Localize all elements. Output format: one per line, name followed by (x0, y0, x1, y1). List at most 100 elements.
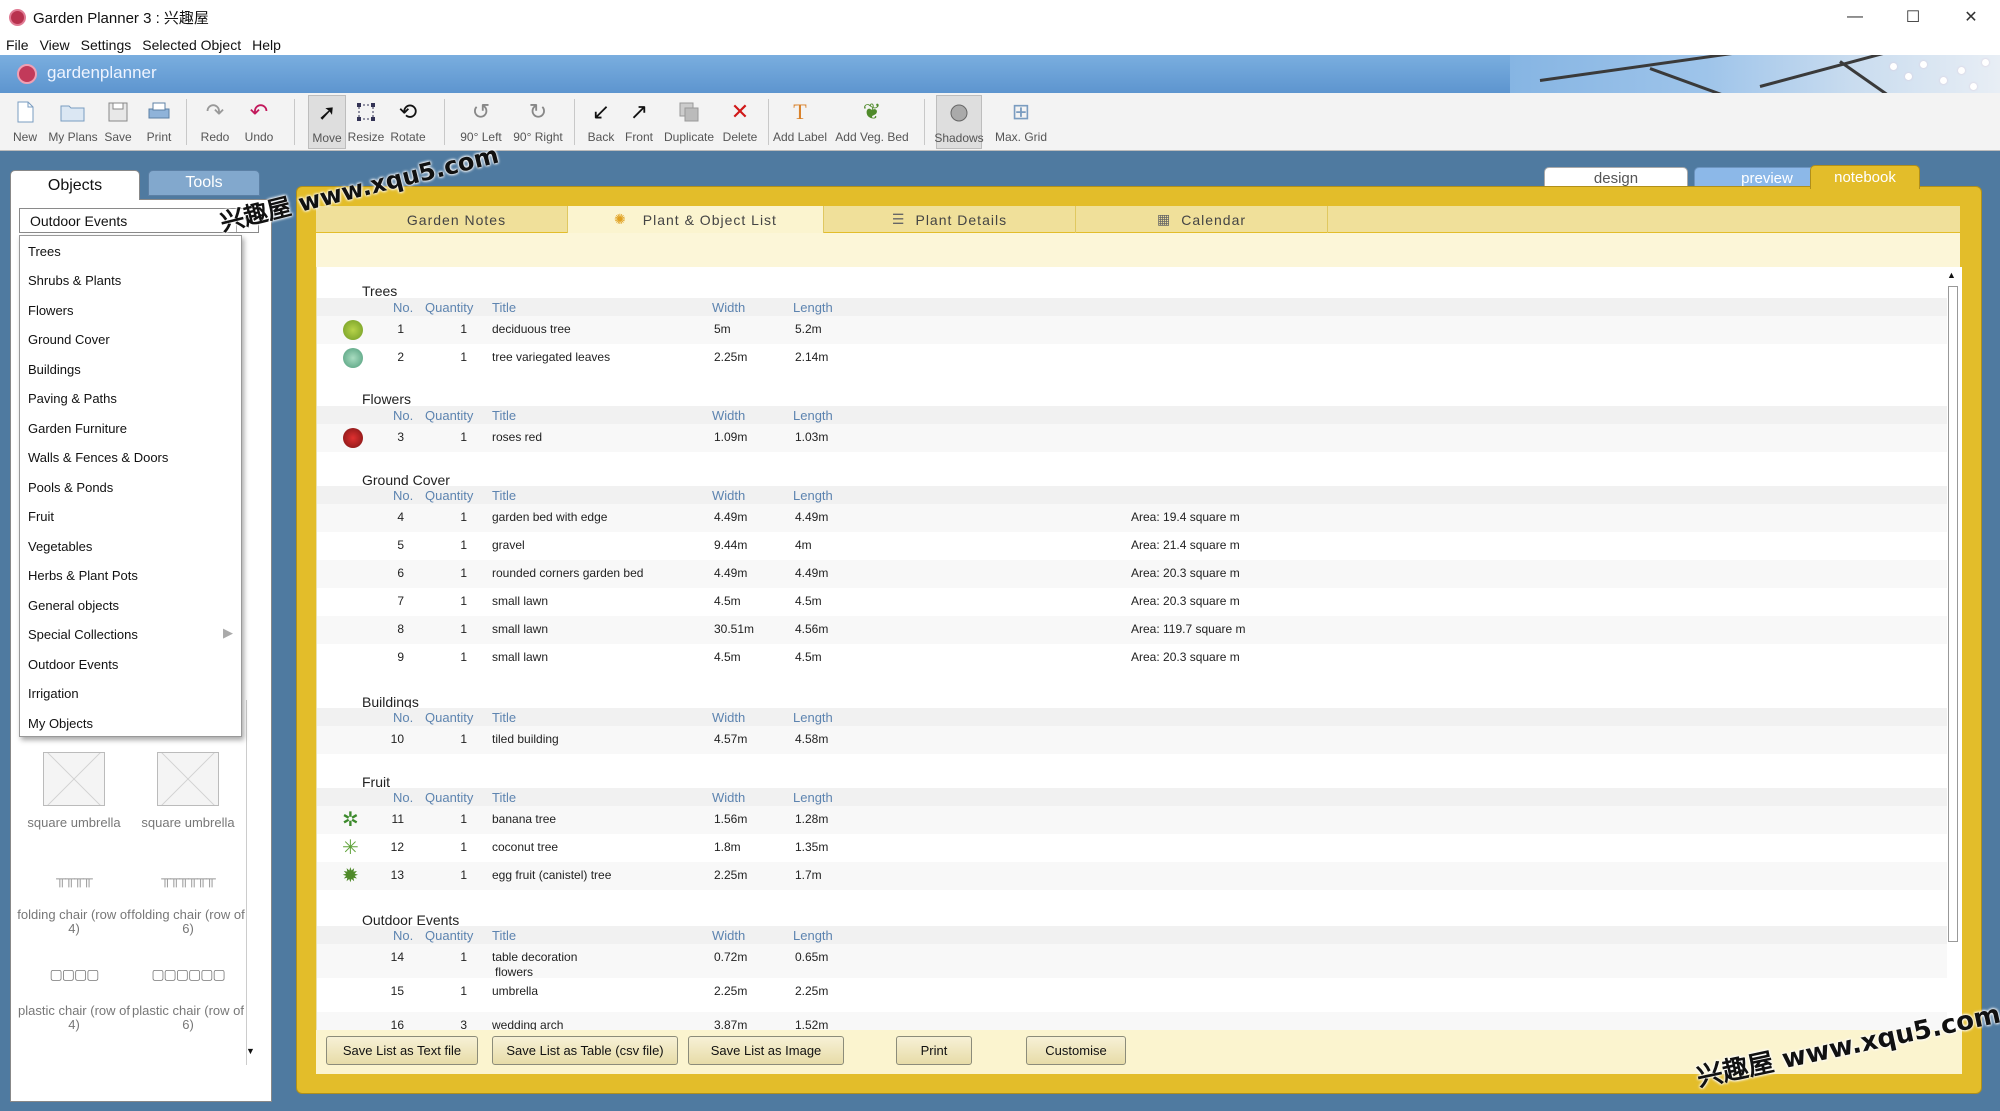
tab-plant-object-list[interactable]: ✺ Plant & Object List (568, 206, 824, 233)
save-csv-button[interactable]: Save List as Table (csv file) (492, 1036, 678, 1065)
new-button[interactable]: New (8, 95, 42, 149)
category-item[interactable]: Garden Furniture (28, 421, 127, 436)
move-button[interactable]: ➚ Move (308, 95, 346, 149)
rotate-button[interactable]: ⟲ Rotate (388, 95, 428, 149)
category-item[interactable]: Flowers (28, 303, 74, 318)
object-tile[interactable]: ▢▢▢▢ plastic chair (row of 4) (14, 946, 134, 1032)
menu-bar: File View Settings Selected Object Help (0, 34, 2000, 55)
tab-calendar[interactable]: ▦ Calendar (1076, 206, 1328, 233)
back-button[interactable]: ↙ Back (584, 95, 618, 149)
scroll-up-icon[interactable]: ▲ (1947, 270, 1956, 280)
category-item[interactable]: Pools & Ponds (28, 480, 113, 495)
toolbar: New My Plans Save Print ↷ Redo ↶ Undo ➚ … (0, 93, 2000, 151)
rotate-left-icon: ↺ (471, 99, 491, 124)
object-tile[interactable]: ▢▢▢▢▢▢ plastic chair (row of 6) (128, 946, 248, 1032)
folder-icon (58, 97, 88, 127)
redo-button[interactable]: ↷ Redo (198, 95, 232, 149)
category-item[interactable]: Buildings (28, 362, 81, 377)
table-header: No. Quantity Title Width Length (317, 708, 1947, 726)
category-item[interactable]: General objects (28, 598, 119, 613)
table-row[interactable]: 8 1 small lawn 30.51m 4.56m Area: 119.7 … (317, 616, 1947, 644)
logo-icon (17, 64, 37, 84)
redo-icon: ↷ (205, 99, 225, 124)
max-grid-button[interactable]: ⊞ Max. Grid (994, 95, 1048, 149)
print-list-button[interactable]: Print (896, 1036, 972, 1065)
duplicate-button[interactable]: Duplicate (662, 95, 716, 149)
table-header: No. Quantity Title Width Length (317, 486, 1947, 504)
brand-name: gardenplanner (47, 63, 157, 82)
shadow-icon (944, 98, 974, 128)
table-row[interactable]: 16 3 wedding arch 3.87m 1.52m (317, 1012, 1947, 1030)
category-item[interactable]: Ground Cover (28, 332, 110, 347)
category-item[interactable]: Special Collections (28, 627, 138, 642)
tab-objects[interactable]: Objects (10, 170, 140, 200)
menu-selected-object[interactable]: Selected Object (136, 37, 246, 53)
resize-button[interactable]: Resize (346, 95, 386, 149)
add-veg-bed-button[interactable]: ❦ Add Veg. Bed (834, 95, 910, 149)
table-row[interactable]: ✳ 12 1 coconut tree 1.8m 1.35m (317, 834, 1947, 862)
table-row[interactable]: 1 1 deciduous tree 5m 5.2m (317, 316, 1947, 344)
object-tile[interactable]: square umbrella (14, 752, 134, 830)
egg-fruit-tree-icon: ✹ (342, 865, 359, 887)
category-item[interactable]: Irrigation (28, 686, 79, 701)
menu-view[interactable]: View (34, 37, 75, 53)
tab-notebook[interactable]: notebook (1810, 165, 1920, 189)
scroll-down-icon[interactable]: ▼ (246, 1046, 255, 1056)
tab-garden-notes[interactable]: Garden Notes (316, 206, 568, 233)
category-item[interactable]: Herbs & Plant Pots (28, 568, 138, 583)
menu-settings[interactable]: Settings (75, 37, 137, 53)
object-tile[interactable]: square umbrella (128, 752, 248, 830)
table-row[interactable]: 6 1 rounded corners garden bed 4.49m 4.4… (317, 560, 1947, 588)
table-row[interactable]: 9 1 small lawn 4.5m 4.5m Area: 20.3 squa… (317, 644, 1947, 672)
list-scrollbar[interactable]: ▲ (1945, 270, 1960, 1030)
scrollbar-thumb[interactable] (1948, 286, 1958, 942)
category-item[interactable]: Walls & Fences & Doors (28, 450, 168, 465)
section-title: Flowers (362, 391, 412, 407)
save-text-button[interactable]: Save List as Text file (326, 1036, 478, 1065)
category-item[interactable]: My Objects (28, 716, 93, 731)
print-button[interactable]: Print (142, 95, 176, 149)
delete-button[interactable]: ✕ Delete (720, 95, 760, 149)
table-row[interactable]: 5 1 gravel 9.44m 4m Area: 21.4 square m (317, 532, 1947, 560)
rotate-right-button[interactable]: ↻ 90° Right (510, 95, 566, 149)
category-item[interactable]: Outdoor Events (28, 657, 118, 672)
table-row[interactable]: 15 1 umbrella 2.25m 2.25m (317, 978, 1947, 1006)
minimize-button[interactable]: — (1826, 0, 1884, 34)
rose-icon (343, 428, 363, 448)
undo-button[interactable]: ↶ Undo (242, 95, 276, 149)
table-row[interactable]: ✲ 11 1 banana tree 1.56m 1.28m (317, 806, 1947, 834)
category-item[interactable]: Paving & Paths (28, 391, 117, 406)
banana-tree-icon: ✲ (342, 809, 359, 831)
table-row[interactable]: ✹ 13 1 egg fruit (canistel) tree 2.25m 1… (317, 862, 1947, 890)
table-row[interactable]: 14 1 table decoration flowers 0.72m 0.65… (317, 944, 1947, 979)
plastic-chair-icon: ▢▢▢▢▢▢ (151, 966, 225, 982)
table-header: No. Quantity Title Width Length (317, 406, 1947, 424)
objects-scrollbar[interactable] (246, 700, 258, 1065)
notebook-subbar (316, 233, 1960, 267)
close-button[interactable]: ✕ (1942, 0, 2000, 34)
save-image-button[interactable]: Save List as Image (688, 1036, 844, 1065)
tab-plant-details[interactable]: ☰ Plant Details (824, 206, 1076, 233)
object-tile[interactable]: ╥╥╥╥ folding chair (row of 4) (14, 846, 134, 936)
category-item[interactable]: Fruit (28, 509, 54, 524)
table-row[interactable]: 3 1 roses red 1.09m 1.03m (317, 424, 1947, 452)
shadows-button[interactable]: Shadows (934, 95, 984, 149)
save-button[interactable]: Save (102, 95, 134, 149)
add-label-button[interactable]: T Add Label (772, 95, 828, 149)
front-button[interactable]: ↗ Front (622, 95, 656, 149)
category-item[interactable]: Vegetables (28, 539, 92, 554)
category-select-value: Outdoor Events (30, 212, 128, 229)
object-tile[interactable]: ╥╥╥╥╥╥ folding chair (row of 6) (128, 846, 248, 936)
tab-tools[interactable]: Tools (148, 170, 260, 196)
customise-button[interactable]: Customise (1026, 1036, 1126, 1065)
table-row[interactable]: 7 1 small lawn 4.5m 4.5m Area: 20.3 squa… (317, 588, 1947, 616)
table-row[interactable]: 2 1 tree variegated leaves 2.25m 2.14m (317, 344, 1947, 372)
table-row[interactable]: 4 1 garden bed with edge 4.49m 4.49m Are… (317, 504, 1947, 532)
category-item[interactable]: Shrubs & Plants (28, 273, 121, 288)
table-row[interactable]: 10 1 tiled building 4.57m 4.58m (317, 726, 1947, 754)
menu-help[interactable]: Help (246, 37, 286, 53)
my-plans-button[interactable]: My Plans (46, 95, 100, 149)
category-item[interactable]: Trees (28, 244, 61, 259)
menu-file[interactable]: File (0, 37, 34, 53)
maximize-button[interactable]: ☐ (1884, 0, 1942, 34)
